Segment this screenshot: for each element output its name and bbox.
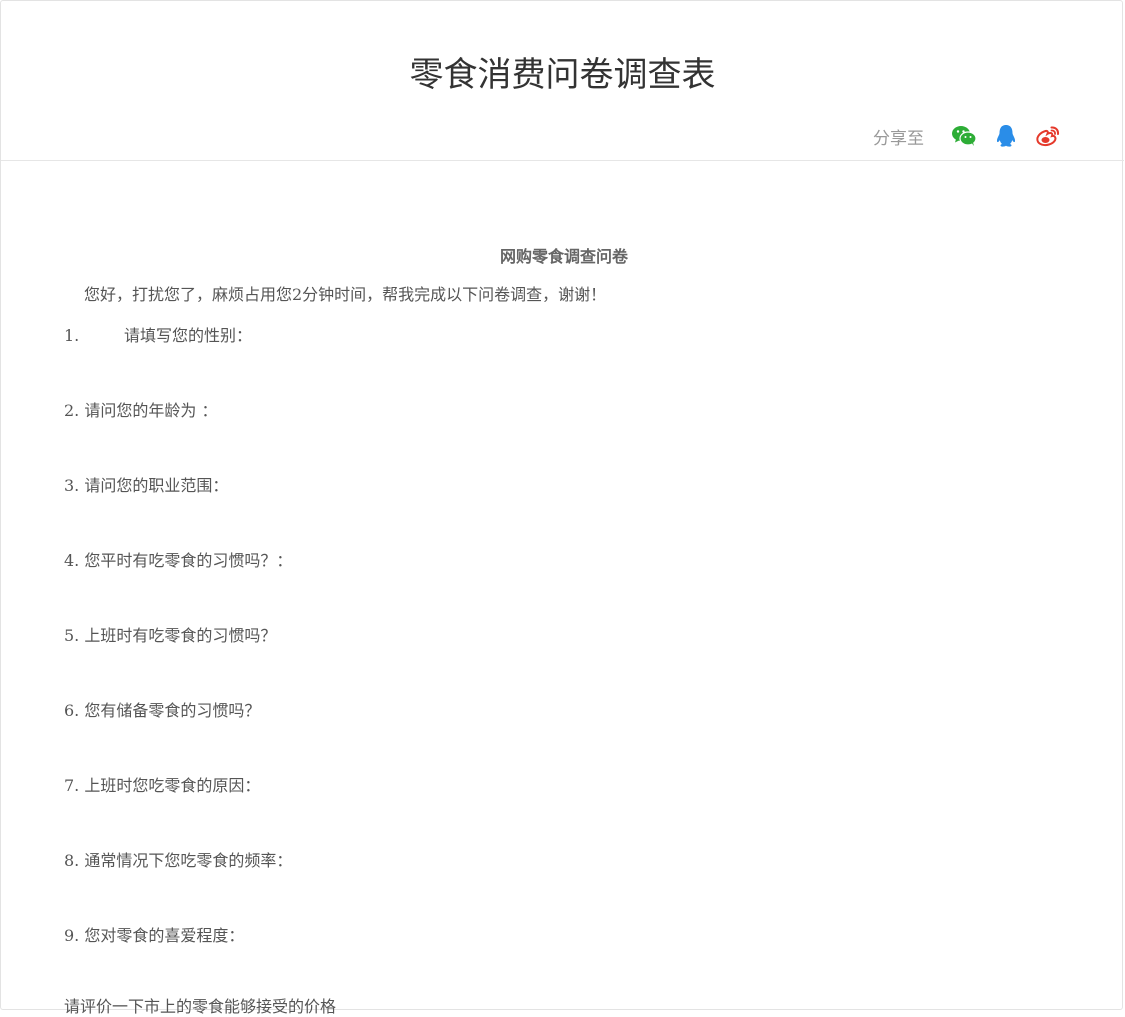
question-10-partial: 请评价一下市上的零食能够接受的价格 bbox=[64, 997, 337, 1016]
question-text: 您有储备零食的习惯吗？ bbox=[84, 701, 261, 720]
page-title: 零食消费问卷调查表 bbox=[409, 55, 716, 95]
question-8: 8. 通常情况下您吃零食的频率： bbox=[64, 847, 292, 871]
question-number: 2. bbox=[64, 401, 80, 420]
question-text: 通常情况下您吃零食的频率： bbox=[84, 851, 293, 870]
page-header: 零食消费问卷调查表 分享至 bbox=[1, 1, 1124, 161]
wechat-icon[interactable] bbox=[950, 122, 978, 150]
question-text: 请填写您的性别： bbox=[124, 326, 253, 345]
share-bar: 分享至 bbox=[873, 121, 1062, 151]
question-text: 请问您的年龄为 ： bbox=[84, 401, 218, 420]
question-number: 3. bbox=[64, 476, 80, 495]
question-1: 1. 请填写您的性别： bbox=[64, 322, 252, 346]
qq-icon[interactable] bbox=[992, 122, 1020, 150]
question-text: 您对零食的喜爱程度： bbox=[84, 926, 245, 945]
question-number: 6. bbox=[64, 701, 80, 720]
question-number: 5. bbox=[64, 626, 80, 645]
question-text: 上班时您吃零食的原因： bbox=[84, 776, 261, 795]
question-number: 7. bbox=[64, 776, 80, 795]
question-4: 4. 您平时有吃零食的习惯吗？： bbox=[64, 547, 292, 571]
question-9: 9. 您对零食的喜爱程度： bbox=[64, 922, 244, 946]
question-number: 9. bbox=[64, 926, 80, 945]
question-6: 6. 您有储备零食的习惯吗？ bbox=[64, 697, 260, 721]
survey-card: 零食消费问卷调查表 分享至 网购零食调查问卷 您好，打扰您了，麻烦占用您2分钟时… bbox=[0, 0, 1124, 1016]
question-number: 4. bbox=[64, 551, 80, 570]
share-label: 分享至 bbox=[873, 128, 924, 149]
question-5: 5. 上班时有吃零食的习惯吗？ bbox=[64, 622, 276, 646]
survey-intro: 您好，打扰您了，麻烦占用您2分钟时间，帮我完成以下问卷调查，谢谢！ bbox=[84, 285, 607, 304]
survey-heading: 网购零食调查问卷 bbox=[499, 247, 628, 266]
question-text: 上班时有吃零食的习惯吗？ bbox=[84, 626, 277, 645]
question-2: 2. 请问您的年龄为 ： bbox=[64, 397, 217, 421]
weibo-icon[interactable] bbox=[1034, 122, 1062, 150]
question-number: 8. bbox=[64, 851, 80, 870]
question-text: 您平时有吃零食的习惯吗？： bbox=[84, 551, 293, 570]
question-7: 7. 上班时您吃零食的原因： bbox=[64, 772, 260, 796]
question-text: 请问您的职业范围： bbox=[84, 476, 229, 495]
question-3: 3. 请问您的职业范围： bbox=[64, 472, 228, 496]
question-number: 1. bbox=[64, 326, 80, 345]
